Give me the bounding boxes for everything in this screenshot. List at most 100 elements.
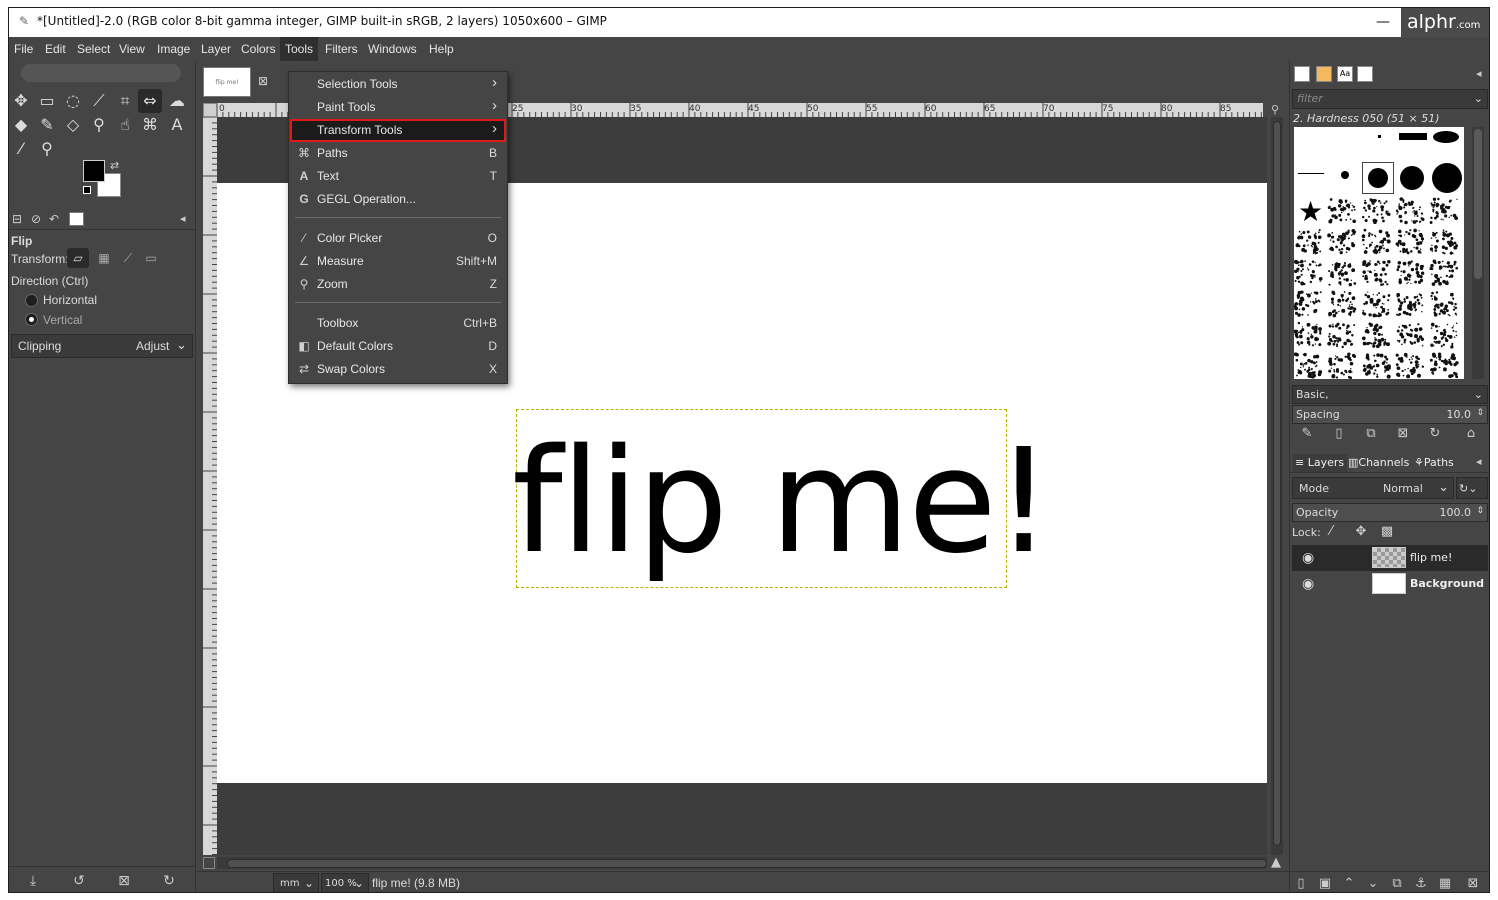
menu-tools[interactable]: Tools xyxy=(280,37,319,61)
menu-item-text[interactable]: A Text T xyxy=(290,165,506,188)
brush-item[interactable] xyxy=(1399,133,1427,140)
rect-select-tool-icon[interactable]: ▭ xyxy=(35,89,59,113)
menu-item-zoom[interactable]: ⚲ Zoom Z xyxy=(290,273,506,296)
free-select-tool-icon[interactable]: ◌ xyxy=(61,89,85,113)
layer-row-background[interactable]: ◉ Background xyxy=(1292,571,1488,597)
edit-brush-icon[interactable]: ✎ xyxy=(1298,425,1316,443)
menu-view[interactable]: View xyxy=(114,37,150,61)
menu-item-transform-tools[interactable]: Transform Tools › xyxy=(290,119,506,142)
duplicate-layer-icon[interactable]: ⧉ xyxy=(1388,875,1406,892)
brush-item[interactable] xyxy=(1429,259,1459,286)
navigate-icon[interactable] xyxy=(203,857,215,869)
menu-select[interactable]: Select xyxy=(72,37,115,61)
brush-item[interactable] xyxy=(1429,229,1459,255)
color-picker-tool-icon[interactable]: ⁄ xyxy=(9,137,33,161)
brush-item[interactable] xyxy=(1378,135,1381,138)
anchor-layer-icon[interactable]: ⚓ xyxy=(1412,875,1430,892)
brush-preset-select[interactable]: Basic, ⌄ xyxy=(1292,385,1488,404)
horizontal-scroll-thumb[interactable] xyxy=(227,859,1267,868)
duplicate-brush-icon[interactable]: ⧉ xyxy=(1362,425,1380,443)
mask-layer-icon[interactable]: ▦ xyxy=(1436,875,1454,892)
brush-item[interactable] xyxy=(1362,259,1391,287)
menu-edit[interactable]: Edit xyxy=(40,37,71,61)
raise-layer-icon[interactable]: ⌃ xyxy=(1340,875,1358,892)
brush-item[interactable] xyxy=(1396,260,1425,285)
menu-file[interactable]: File xyxy=(9,37,38,61)
brush-item[interactable] xyxy=(1294,352,1323,379)
brush-item[interactable] xyxy=(1327,322,1356,349)
close-tab-icon[interactable]: ⊠ xyxy=(258,75,270,87)
brush-item[interactable] xyxy=(1361,198,1391,225)
transform-selection-icon[interactable]: ▦ xyxy=(93,248,115,268)
reset-options-icon[interactable]: ↻ xyxy=(159,871,179,891)
vertical-scroll-thumb[interactable] xyxy=(1273,121,1281,846)
move-tool-icon[interactable]: ✥ xyxy=(9,89,33,113)
menu-item-measure[interactable]: ∠ Measure Shift+M xyxy=(290,250,506,273)
tab-paths[interactable]: ⚘Paths xyxy=(1414,454,1464,472)
zoom-tool-icon[interactable]: ⚲ xyxy=(35,137,59,161)
tab-layers[interactable]: ≡ Layers xyxy=(1293,454,1347,472)
text-layer-boundary[interactable]: flip me! xyxy=(512,409,1052,588)
device-status-tab-icon[interactable]: ⊘ xyxy=(31,212,41,226)
brush-item[interactable] xyxy=(1433,131,1459,143)
brushes-tab-icon[interactable] xyxy=(1294,66,1310,82)
document-history-tab-icon[interactable] xyxy=(1357,66,1373,82)
paths-tool-icon[interactable]: ⌘ xyxy=(138,113,162,137)
paintbrush-tool-icon[interactable]: ✎ xyxy=(35,113,59,137)
configure-tab-icon[interactable]: ◂ xyxy=(180,212,186,225)
lower-layer-icon[interactable]: ⌄ xyxy=(1364,875,1382,892)
clone-tool-icon[interactable]: ⚲ xyxy=(87,113,111,137)
delete-preset-icon[interactable]: ⊠ xyxy=(114,871,134,891)
new-layer-icon[interactable]: ▣ xyxy=(1316,875,1334,892)
refresh-brushes-icon[interactable]: ↻ xyxy=(1426,425,1444,443)
quick-mask-corner[interactable] xyxy=(203,103,217,117)
vertical-ruler[interactable] xyxy=(203,117,217,855)
brush-item[interactable] xyxy=(1294,321,1322,347)
menu-image[interactable]: Image xyxy=(152,37,195,61)
undo-history-tab-icon[interactable]: ↶ xyxy=(49,212,59,226)
layer-row-flip-me[interactable]: ◉ flip me! xyxy=(1292,545,1488,571)
transform-image-icon[interactable]: ▭ xyxy=(140,248,162,268)
crop-tool-icon[interactable]: ⌗ xyxy=(113,89,137,113)
clipping-select[interactable]: Clipping Adjust ⌄ xyxy=(11,334,193,358)
brush-grid[interactable]: ★ xyxy=(1294,127,1464,379)
horizontal-radio[interactable] xyxy=(25,294,38,307)
brush-item[interactable] xyxy=(1368,168,1388,188)
brush-item[interactable] xyxy=(1294,290,1322,317)
menu-item-default-colors[interactable]: ◧ Default Colors D xyxy=(290,335,506,358)
spin-arrows-icon[interactable]: ⇕ xyxy=(1476,405,1484,422)
toggle-zoom-icon[interactable]: ▲ xyxy=(1271,855,1281,870)
save-preset-icon[interactable]: ⤓ xyxy=(23,871,43,891)
visibility-eye-icon[interactable]: ◉ xyxy=(1302,550,1314,566)
opacity-slider[interactable]: Opacity 100.0 ⇕ xyxy=(1292,503,1488,522)
restore-preset-icon[interactable]: ↺ xyxy=(69,871,89,891)
zoom-fit-icon[interactable]: ⚲ xyxy=(1271,103,1283,117)
brush-item[interactable] xyxy=(1328,352,1357,379)
lock-alpha-icon[interactable]: ▩ xyxy=(1378,523,1396,541)
brush-item[interactable] xyxy=(1430,291,1458,317)
brush-item[interactable] xyxy=(1341,171,1349,179)
brush-item[interactable] xyxy=(1395,352,1425,379)
foreground-color-swatch[interactable] xyxy=(83,160,105,182)
spacing-slider[interactable]: Spacing 10.0 ⇕ xyxy=(1292,405,1488,424)
flip-tool-icon[interactable]: ⇔ xyxy=(138,89,162,113)
visibility-eye-icon[interactable]: ◉ xyxy=(1302,576,1314,592)
brush-item[interactable] xyxy=(1295,229,1322,255)
bucket-fill-tool-icon[interactable]: ◆ xyxy=(9,113,33,137)
mode-reset-select[interactable]: ↻⌄ xyxy=(1456,477,1488,499)
horizontal-scrollbar[interactable] xyxy=(217,857,1267,869)
swap-colors-icon[interactable]: ⇄ xyxy=(110,159,119,172)
menu-help[interactable]: Help xyxy=(424,37,459,61)
smudge-tool-icon[interactable]: ☝ xyxy=(113,113,137,137)
minimize-button[interactable]: — xyxy=(1371,12,1395,32)
default-colors-icon[interactable] xyxy=(83,186,91,194)
brush-item[interactable] xyxy=(1361,322,1390,349)
brush-item[interactable] xyxy=(1327,229,1357,255)
brush-item[interactable] xyxy=(1328,261,1357,287)
unit-select[interactable]: mm ⌄ xyxy=(273,873,319,892)
delete-brush-icon[interactable]: ⊠ xyxy=(1394,425,1412,443)
lock-pixels-icon[interactable]: ⁄ xyxy=(1322,523,1340,541)
menu-windows[interactable]: Windows xyxy=(363,37,422,61)
brush-item[interactable] xyxy=(1294,259,1323,286)
brush-scroll-thumb[interactable] xyxy=(1474,129,1482,279)
